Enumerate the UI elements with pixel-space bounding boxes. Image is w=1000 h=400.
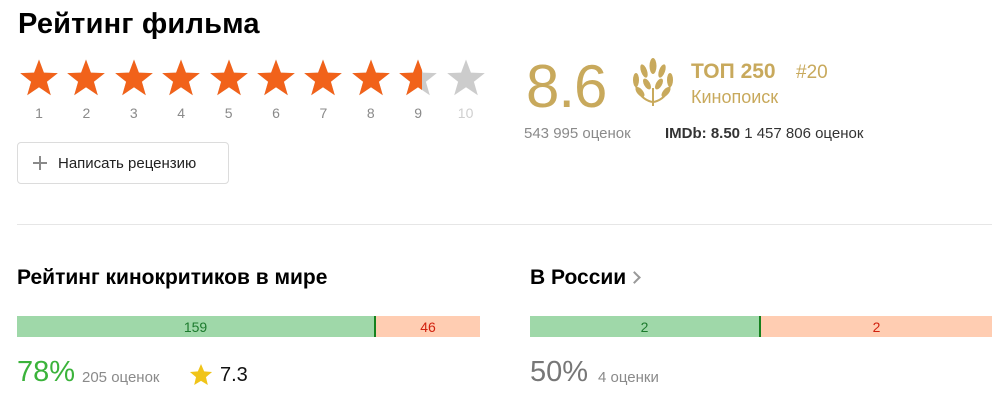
rating-stars[interactable]: 1 2 3 4 5 6 7 8 9 10 [16,56,491,126]
critics-world-bar: 159 46 [17,316,480,337]
critics-world-percent: 78% [17,356,76,388]
imdb-votes: 1 457 806 оценок [744,125,864,142]
critics-world-title: Рейтинг кинокритиков в мире [17,266,328,289]
rating-star-number: 6 [272,105,280,121]
laurel-icon [633,58,673,106]
rating-star-number: 1 [35,105,43,121]
imdb-label: IMDb: 8.50 [665,125,741,142]
critics-russia-count: 4 оценки [598,369,659,386]
write-review-label: Написать рецензию [58,154,197,172]
rating-star-2[interactable]: 2 [63,56,109,126]
imdb-rating: IMDb: 8.50 1 457 806 оценок [665,125,863,142]
critics-russia-negative: 2 [761,316,992,337]
rating-star-number: 10 [457,105,474,121]
page-title: Рейтинг фильма [18,8,260,40]
rating-star-number: 7 [319,105,328,121]
rating-star-1[interactable]: 1 [16,56,62,126]
critics-world-positive: 159 [17,316,377,337]
rating-star-number: 8 [366,105,375,121]
critics-world-count: 205 оценок [82,369,160,386]
star-icon [209,59,248,96]
star-icon [67,59,106,96]
rating-star-9[interactable]: 9 [395,56,441,126]
star-icon [257,59,295,96]
rating-star-7[interactable]: 7 [300,56,346,126]
rating-star-number: 5 [224,105,233,121]
critics-world-negative: 46 [376,316,480,337]
critics-world-average: 7.3 [220,364,248,386]
plus-icon [32,155,48,171]
critics-russia-positive: 2 [530,316,761,337]
star-icon [446,59,485,96]
rating-star-3[interactable]: 3 [111,56,157,126]
rating-star-5[interactable]: 5 [206,56,252,126]
rating-source: Кинопоиск [691,87,779,107]
star-icon [189,363,213,385]
rating-star-6[interactable]: 6 [253,56,299,126]
star-icon [304,59,343,96]
critics-russia-title[interactable]: В России [530,266,642,290]
star-icon [351,59,390,96]
rating-star-number: 4 [177,105,186,121]
write-review-button[interactable]: Написать рецензию [17,142,229,184]
top250-rank: #20 [796,62,828,83]
votes-count: 543 995 оценок [524,125,631,142]
star-icon [399,59,437,96]
star-icon [20,59,58,96]
rating-star-4[interactable]: 4 [158,56,204,126]
rating-star-number: 2 [82,105,91,121]
critics-russia-bar: 2 2 [530,316,992,337]
rating-star-number: 9 [414,105,423,121]
rating-star-10[interactable]: 10 [443,56,489,126]
film-rating-value: 8.6 [526,53,607,120]
chevron-right-icon [628,271,642,284]
divider [17,224,992,225]
star-icon [114,59,153,96]
top250-badge[interactable]: ТОП 250 [691,60,776,84]
critics-russia-label: В России [530,266,627,289]
rating-star-number: 3 [129,105,138,121]
star-icon [162,59,200,96]
rating-star-8[interactable]: 8 [348,56,394,126]
critics-russia-percent: 50% [530,356,589,388]
